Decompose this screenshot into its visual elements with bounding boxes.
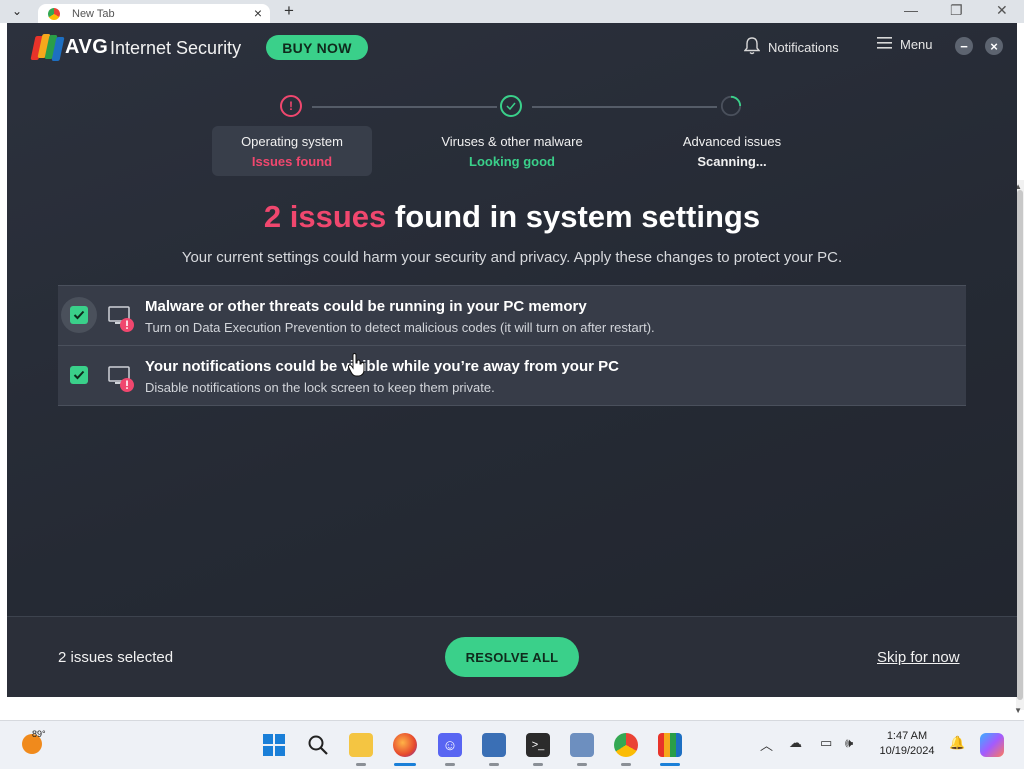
copilot-icon[interactable] — [980, 733, 1004, 757]
step-status: Issues found — [251, 154, 333, 169]
monitor-alert-icon — [108, 305, 134, 332]
firefox-icon[interactable] — [393, 733, 417, 757]
tab-list-chevron-icon[interactable]: ⌄ — [12, 4, 22, 18]
step-name: Advanced issues — [682, 134, 782, 149]
network-computer-icon[interactable] — [570, 733, 594, 757]
step-viruses-malware[interactable]: Viruses & other malware Looking good — [432, 126, 592, 176]
selected-count: 2 issues selected — [58, 649, 174, 666]
notification-bell-icon[interactable]: 🔔 — [949, 735, 965, 751]
window-minimize-icon[interactable]: — — [904, 2, 918, 18]
tab-close-icon[interactable]: × — [254, 5, 262, 21]
issue-title: Your notifications could be visible whil… — [145, 358, 619, 375]
scroll-down-arrow-icon[interactable]: ▼ — [1014, 706, 1022, 715]
issue-status-icon: ! — [280, 95, 302, 117]
taskbar: 89° ☺ >_ ︿ ☁ ▭ 🕪 1:47 AM 10/19/2024 🔔 — [0, 720, 1024, 769]
scrollbar-thumb[interactable] — [1017, 190, 1023, 700]
menu-button[interactable]: Menu — [877, 37, 933, 52]
window-close-icon[interactable]: ✕ — [996, 2, 1008, 19]
browser-tab[interactable]: New Tab × — [38, 4, 270, 23]
minus-icon: − — [960, 38, 968, 54]
avg-window: AVG Internet Security BUY NOW Notificati… — [7, 23, 1017, 697]
skip-for-now-link[interactable]: Skip for now — [877, 649, 960, 666]
chrome-icon — [48, 8, 60, 20]
issue-description: Disable notifications on the lock screen… — [145, 380, 495, 395]
clock-date: 10/19/2024 — [879, 745, 935, 757]
running-indicator — [577, 763, 587, 766]
monitor-alert-icon — [108, 365, 134, 392]
progress-connector — [532, 106, 717, 108]
terminal-icon[interactable]: >_ — [526, 733, 550, 757]
issue-row[interactable]: Your notifications could be visible whil… — [58, 346, 966, 406]
headline-rest: found in system settings — [386, 199, 761, 234]
avg-logo-icon — [30, 32, 65, 61]
issue-description: Turn on Data Execution Prevention to det… — [145, 320, 655, 335]
notifications-label: Notifications — [768, 40, 839, 55]
issue-count: 2 issues — [263, 199, 387, 234]
network-icon[interactable]: ▭ — [820, 735, 832, 751]
file-explorer-icon[interactable] — [349, 733, 373, 757]
search-icon[interactable] — [306, 733, 330, 757]
step-status: Looking good — [469, 154, 555, 169]
scanning-spinner-icon — [720, 95, 742, 117]
brand-name: AVG — [65, 36, 109, 58]
page-scrollbar[interactable] — [1016, 180, 1024, 710]
issue-row[interactable]: Malware or other threats could be runnin… — [58, 285, 966, 346]
active-app-indicator — [660, 763, 680, 766]
notifications-button[interactable]: Notifications — [743, 37, 839, 58]
close-button[interactable]: × — [985, 37, 1003, 55]
hamburger-icon — [877, 37, 892, 52]
windows-start-icon[interactable] — [262, 733, 286, 757]
resolve-all-button[interactable]: RESOLVE ALL — [445, 637, 579, 677]
step-operating-system[interactable]: Operating system Issues found — [212, 126, 372, 176]
check-status-icon — [500, 95, 522, 117]
running-indicator — [489, 763, 499, 766]
checkbox-hover-halo[interactable] — [61, 357, 97, 393]
page-subtitle: Your current settings could harm your se… — [181, 249, 843, 266]
avg-taskbar-icon[interactable] — [658, 733, 682, 757]
minimize-button[interactable]: − — [955, 37, 973, 55]
browser-tab-strip: ⌄ New Tab × + — ❐ ✕ — [0, 0, 1024, 23]
running-indicator — [533, 763, 543, 766]
menu-label: Menu — [900, 37, 933, 52]
hand-cursor-icon — [347, 352, 367, 377]
close-icon: × — [990, 38, 998, 54]
weather-temperature: 89° — [32, 729, 46, 739]
step-name: Viruses & other malware — [441, 134, 583, 149]
running-indicator — [621, 763, 631, 766]
onedrive-offline-icon[interactable]: ☁ — [789, 735, 802, 751]
progress-connector — [312, 106, 497, 108]
issues-list: Malware or other threats could be runnin… — [58, 285, 966, 406]
active-app-indicator — [394, 763, 416, 766]
clock-time: 1:47 AM — [886, 730, 928, 742]
show-hidden-icons-chevron-icon[interactable]: ︿ — [760, 735, 773, 754]
action-footer: 2 issues selected RESOLVE ALL Skip for n… — [7, 616, 1017, 697]
chrome-icon[interactable] — [614, 733, 638, 757]
running-indicator — [356, 763, 366, 766]
system-clock[interactable]: 1:47 AM 10/19/2024 — [872, 729, 942, 759]
tab-title: New Tab — [72, 8, 115, 20]
issue-checkbox[interactable] — [70, 366, 88, 384]
volume-icon[interactable]: 🕪 — [845, 735, 853, 751]
product-name: Internet Security — [110, 38, 242, 58]
discord-icon[interactable]: ☺ — [438, 733, 462, 757]
buy-now-button[interactable]: BUY NOW — [266, 35, 368, 60]
issue-checkbox[interactable] — [70, 306, 88, 324]
remote-desktop-icon[interactable] — [482, 733, 506, 757]
step-name: Operating system — [241, 134, 343, 149]
step-status: Scanning... — [697, 154, 767, 169]
checkbox-hover-halo[interactable] — [61, 297, 97, 333]
step-advanced-issues[interactable]: Advanced issues Scanning... — [652, 126, 812, 176]
bell-icon — [743, 37, 761, 58]
window-restore-icon[interactable]: ❐ — [950, 2, 963, 19]
new-tab-plus-icon[interactable]: + — [284, 1, 294, 21]
running-indicator — [445, 763, 455, 766]
issue-title: Malware or other threats could be runnin… — [145, 298, 587, 315]
page-title: 2 issues found in system settings — [7, 199, 1017, 235]
